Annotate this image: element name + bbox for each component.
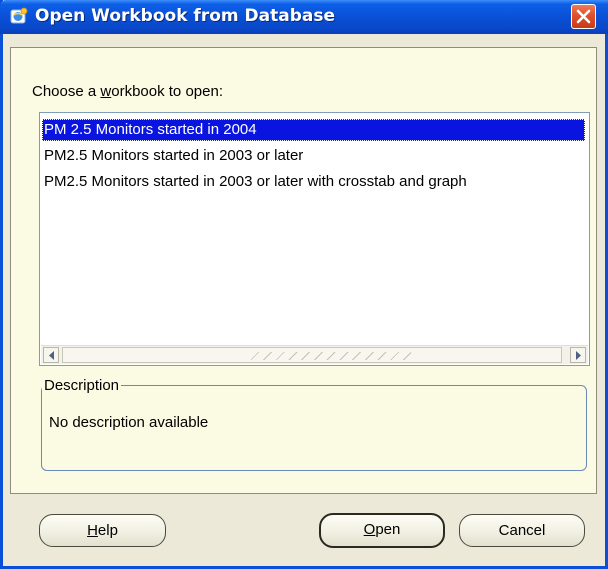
close-x-icon: [576, 9, 591, 24]
description-text: No description available: [49, 414, 209, 431]
workbook-list[interactable]: PM 2.5 Monitors started in 2004 PM2.5 Mo…: [39, 112, 590, 366]
horizontal-scrollbar[interactable]: [41, 345, 588, 364]
scroll-left-button[interactable]: [43, 347, 59, 363]
browser-globe-icon: [10, 7, 28, 25]
help-button[interactable]: Help: [39, 514, 166, 547]
description-legend: Description: [42, 377, 122, 394]
workbook-list-label: Choose a workbook to open:: [32, 83, 223, 100]
open-button[interactable]: Open: [319, 513, 445, 548]
cancel-button[interactable]: Cancel: [459, 514, 585, 547]
list-item[interactable]: PM2.5 Monitors started in 2003 or later …: [42, 171, 467, 193]
title-bar[interactable]: Open Workbook from Database: [0, 0, 608, 34]
scroll-thumb[interactable]: [62, 347, 562, 363]
triangle-left-icon: [49, 351, 54, 360]
scroll-grip: [251, 352, 411, 360]
list-item[interactable]: PM2.5 Monitors started in 2003 or later: [42, 145, 303, 167]
list-item[interactable]: PM 2.5 Monitors started in 2004: [42, 119, 585, 141]
window-title: Open Workbook from Database: [35, 6, 335, 26]
close-button[interactable]: [571, 4, 596, 29]
triangle-right-icon: [576, 351, 581, 360]
open-workbook-dialog: Open Workbook from Database Choose a wor…: [0, 0, 608, 569]
scroll-right-button[interactable]: [570, 347, 586, 363]
